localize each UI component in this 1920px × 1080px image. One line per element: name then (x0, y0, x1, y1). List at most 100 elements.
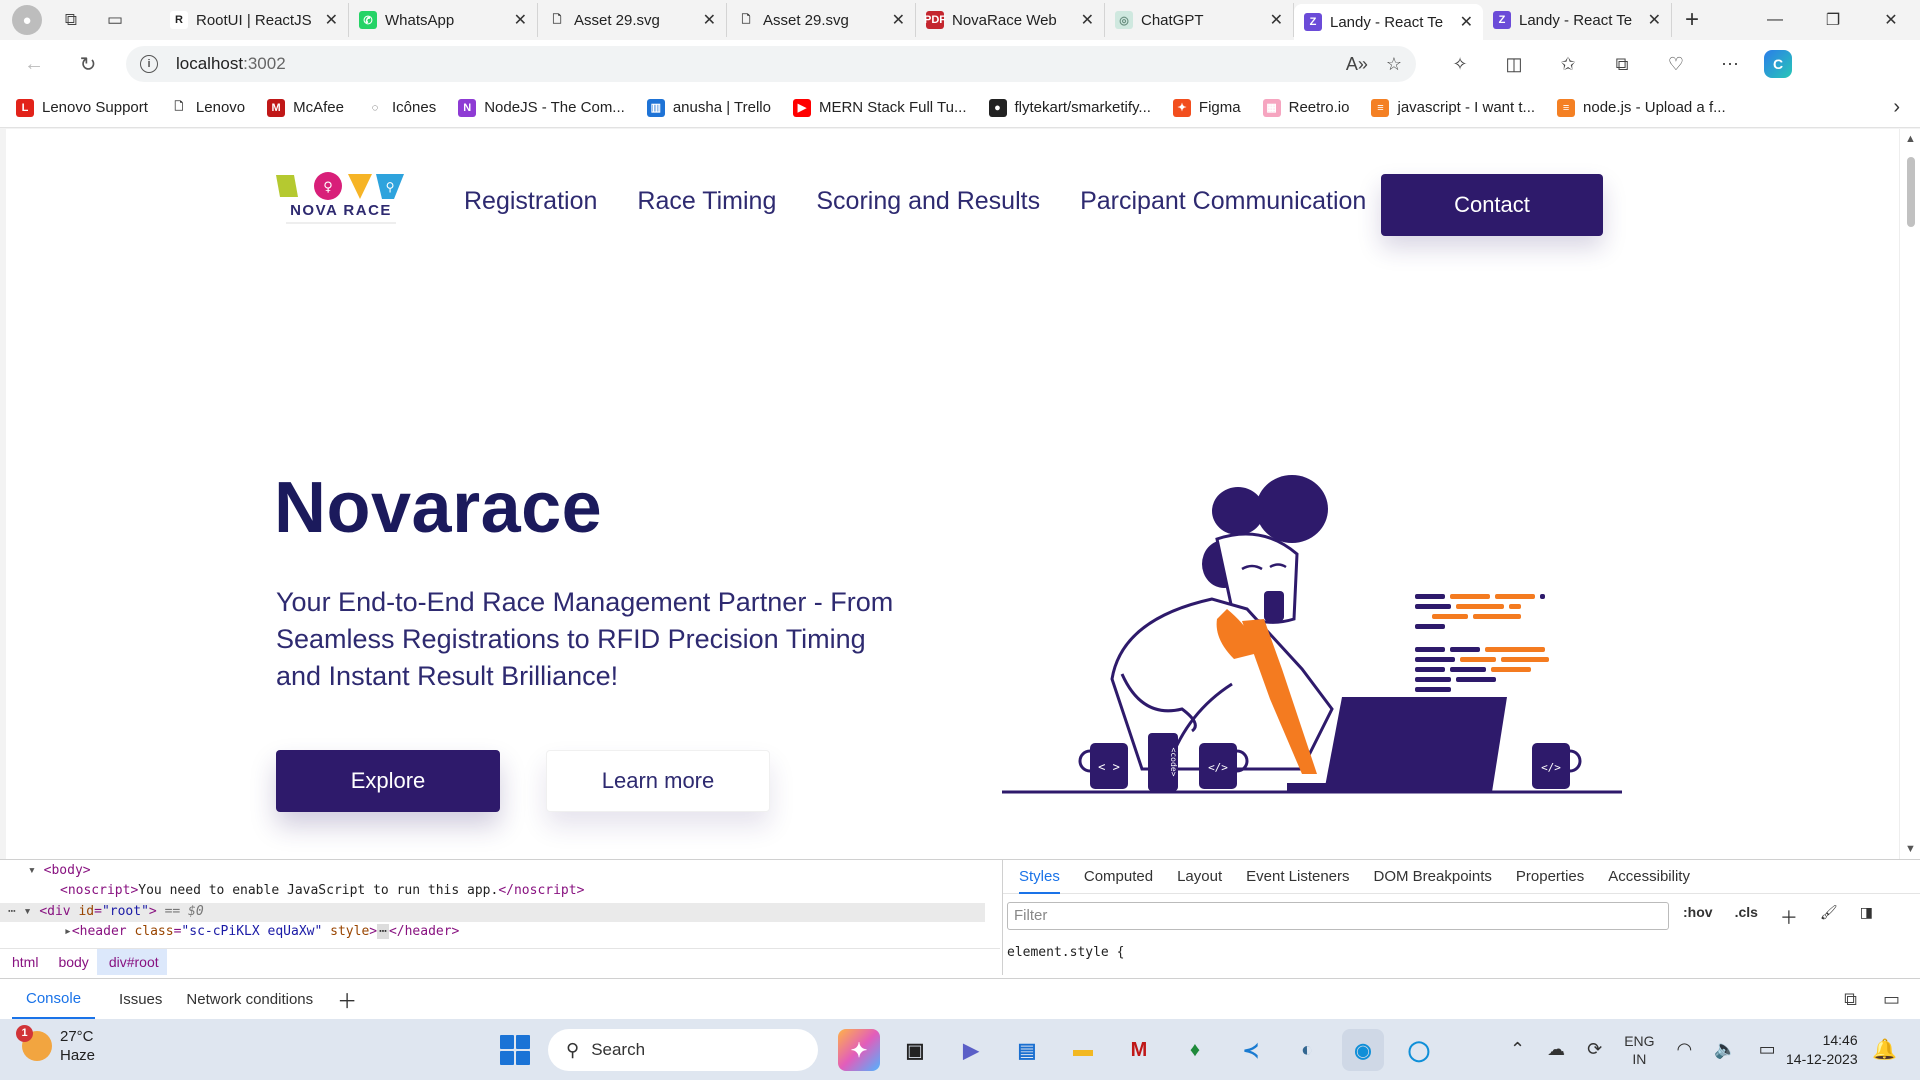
tab-close-icon[interactable]: ✕ (325, 10, 338, 30)
back-button[interactable]: ← (14, 44, 54, 84)
browser-essentials-icon[interactable]: ♡ (1656, 46, 1696, 82)
breadcrumb-item[interactable]: html (0, 949, 46, 975)
vscode-icon[interactable]: ≺ (1230, 1029, 1272, 1071)
start-button-icon[interactable] (500, 1035, 530, 1065)
styles-pane-tab[interactable]: Styles (1019, 868, 1060, 894)
tab-close-icon[interactable]: ✕ (892, 10, 905, 30)
tab-close-icon[interactable]: ✕ (1648, 10, 1661, 30)
dom-node-noscript[interactable]: <noscript>You need to enable JavaScript … (60, 883, 584, 898)
restore-icon[interactable]: ❐ (1804, 0, 1862, 40)
vertical-tabs-icon[interactable]: ▭ (100, 5, 130, 35)
nav-link[interactable]: Registration (464, 187, 597, 216)
styles-pane-tab[interactable]: DOM Breakpoints (1374, 868, 1492, 885)
bookmark-item[interactable]: ≡ javascript - I want t... (1371, 98, 1535, 117)
dom-node-header[interactable]: ▸<header class="sc-cPiKLX eqUaXw" style>… (64, 924, 459, 939)
onedrive-icon[interactable]: ☁ (1547, 1039, 1565, 1060)
drawer-tab-issues[interactable]: Issues (119, 991, 162, 1008)
wifi-icon[interactable]: ◠ (1677, 1039, 1693, 1060)
dom-node-body[interactable]: ▾ <body> (28, 863, 91, 878)
sidebar-toggle-icon[interactable]: ◨ (1860, 904, 1873, 930)
favorites-icon[interactable]: ✩ (1548, 46, 1588, 82)
mongodb-icon[interactable]: ♦ (1174, 1029, 1216, 1071)
tab-close-icon[interactable]: ✕ (1270, 10, 1283, 30)
element-style-rule[interactable]: element.style { (1007, 945, 1124, 960)
scroll-down-icon[interactable]: ▼ (1905, 843, 1916, 855)
bookmark-item[interactable]: ◌ Icônes (366, 98, 436, 117)
styles-pane-tab[interactable]: Accessibility (1608, 868, 1690, 885)
postgres-icon[interactable]: ◐ (1286, 1029, 1328, 1071)
file-explorer-icon[interactable]: ▬ (1062, 1029, 1104, 1071)
minimize-icon[interactable]: — (1746, 0, 1804, 40)
scroll-up-icon[interactable]: ▲ (1905, 133, 1916, 145)
nav-link[interactable]: Race Timing (637, 187, 776, 216)
contact-button[interactable]: Contact (1381, 174, 1603, 236)
teams-icon[interactable]: ▶ (950, 1029, 992, 1071)
class-toggle[interactable]: .cls (1735, 904, 1758, 930)
scroll-thumb[interactable] (1907, 157, 1915, 227)
drawer-tab-network-conditions[interactable]: Network conditions (186, 991, 313, 1008)
close-drawer-icon[interactable]: ▭ (1883, 989, 1900, 1010)
browser-tab[interactable]: Z Landy - React Te ✕ (1294, 4, 1483, 40)
browser-tab[interactable]: 🗋 Asset 29.svg ✕ (727, 3, 916, 37)
language-indicator[interactable]: ENG IN (1624, 1032, 1654, 1068)
hover-state-toggle[interactable]: :hov (1683, 904, 1713, 930)
novarace-logo[interactable]: ♀ ⚲ NOVA RACE (276, 167, 406, 231)
tab-close-icon[interactable]: ✕ (514, 10, 527, 30)
bookmark-item[interactable]: ● flytekart/smarketify... (988, 98, 1151, 117)
url-text[interactable]: localhost:3002 (176, 54, 1328, 74)
new-tab-button[interactable]: + (1672, 3, 1712, 37)
cortana-icon[interactable]: ◯ (1398, 1029, 1440, 1071)
browser-tab[interactable]: Z Landy - React Te ✕ (1483, 3, 1672, 37)
breadcrumb-item[interactable]: div#root (96, 948, 167, 975)
collections-icon[interactable]: ⧉ (1602, 46, 1642, 82)
new-rule-icon[interactable]: ＋ (1780, 904, 1798, 930)
dom-node-root[interactable]: ⋯ ▾ <div id="root"> == $0 (8, 904, 204, 919)
browser-tab[interactable]: ◎ ChatGPT ✕ (1105, 3, 1294, 37)
add-drawer-tab-icon[interactable]: ＋ (337, 985, 357, 1014)
bookmark-item[interactable]: ≡ node.js - Upload a f... (1557, 98, 1726, 117)
mcafee-icon[interactable]: M (1118, 1029, 1160, 1071)
paint-icon[interactable]: 🖌 (1820, 904, 1838, 930)
copilot-icon[interactable]: C (1764, 50, 1792, 78)
elements-tree[interactable]: ▾ <body> <noscript>You need to enable Ja… (0, 860, 1000, 975)
notifications-bell-icon[interactable]: 🔔 (1872, 1037, 1897, 1062)
bookmark-item[interactable]: M McAfee (267, 98, 344, 117)
site-info-icon[interactable]: i (140, 55, 158, 73)
close-window-icon[interactable]: ✕ (1862, 0, 1920, 40)
copilot-app-icon[interactable]: ✦ (838, 1029, 880, 1071)
tab-close-icon[interactable]: ✕ (1460, 12, 1473, 32)
weather-widget[interactable]: 1 27°C Haze (16, 1025, 95, 1065)
bookmark-item[interactable]: 🗋 Lenovo (169, 98, 245, 117)
reload-button[interactable]: ↻ (68, 44, 108, 84)
battery-icon[interactable]: ▭ (1759, 1039, 1776, 1060)
tab-close-icon[interactable]: ✕ (703, 10, 716, 30)
nav-link[interactable]: Parcipant Communication (1080, 187, 1366, 216)
browser-tab[interactable]: PDF NovaRace Web ✕ (916, 3, 1105, 37)
split-screen-icon[interactable]: ◫ (1494, 46, 1534, 82)
learn-more-button[interactable]: Learn more (546, 750, 770, 812)
task-view-icon[interactable]: ▣ (894, 1029, 936, 1071)
address-bar[interactable]: i localhost:3002 A» ☆ (126, 46, 1416, 82)
volume-icon[interactable]: 🔈 (1714, 1039, 1736, 1060)
explore-button[interactable]: Explore (276, 750, 500, 812)
styles-pane-tab[interactable]: Computed (1084, 868, 1153, 885)
bookmark-item[interactable]: ▦ Reetro.io (1262, 98, 1349, 117)
styles-pane-tab[interactable]: Event Listeners (1246, 868, 1349, 885)
tab-close-icon[interactable]: ✕ (1081, 10, 1094, 30)
profile-icon[interactable]: ● (12, 5, 42, 35)
bookmarks-overflow-icon[interactable]: › (1893, 96, 1900, 119)
store-icon[interactable]: ▤ (1006, 1029, 1048, 1071)
bookmark-item[interactable]: L Lenovo Support (16, 98, 148, 117)
dock-icon[interactable]: ⧉ (1844, 989, 1857, 1010)
browser-tab[interactable]: R RootUI | ReactJS ✕ (160, 3, 349, 37)
tray-overflow-icon[interactable]: ⌃ (1510, 1039, 1525, 1060)
read-aloud-icon[interactable]: A» (1346, 54, 1368, 75)
taskbar-search[interactable]: ⚲ Search (548, 1029, 818, 1071)
extensions-icon[interactable]: ✧ (1440, 46, 1480, 82)
bookmark-item[interactable]: N NodeJS - The Com... (458, 98, 625, 117)
collapsed-ellipsis[interactable]: ⋯ (377, 924, 389, 939)
bookmark-item[interactable]: ▶ MERN Stack Full Tu... (792, 98, 967, 117)
bookmark-item[interactable]: ▥ anusha | Trello (646, 98, 771, 117)
drawer-tab-console[interactable]: Console (12, 980, 96, 1019)
page-scrollbar[interactable]: ▲ ▼ (1899, 129, 1920, 859)
